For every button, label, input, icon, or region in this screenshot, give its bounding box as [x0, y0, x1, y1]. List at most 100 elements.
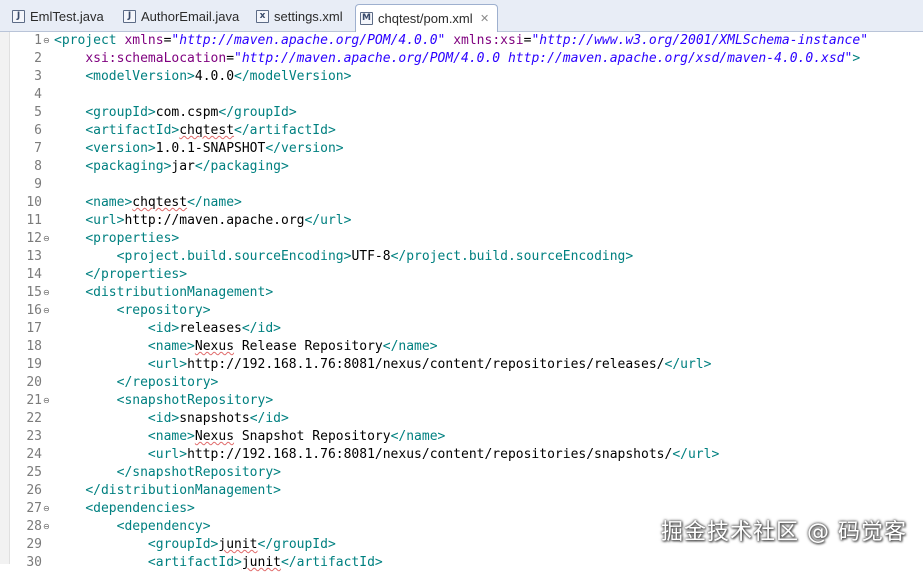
- xml-attribute-value: "http://maven.apache.org/POM/4.0.0": [171, 33, 446, 48]
- spelling-flagged-text: Nexus: [194, 429, 235, 444]
- line-number: 2: [34, 51, 42, 66]
- xml-attribute: xmlns: [124, 33, 164, 48]
- code-line[interactable]: 2 xsi:schemaLocation="http://maven.apach…: [0, 50, 923, 68]
- code-line[interactable]: 19 <url>http://192.168.1.76:8081/nexus/c…: [0, 356, 923, 374]
- java-file-icon: J: [123, 9, 136, 23]
- maven-pom-icon: M: [360, 12, 373, 25]
- code-line[interactable]: 1 ⊖ <project xmlns="http://maven.apache.or…: [0, 32, 923, 50]
- code-line[interactable]: 15 ⊖ <distributionManagement>: [0, 284, 923, 302]
- xml-tag: </id>: [241, 321, 281, 336]
- xml-tag: <url>: [85, 213, 125, 228]
- line-number: 30: [26, 555, 42, 570]
- code-text: <project.build.sourceEncoding>UTF-8</pro…: [54, 248, 634, 266]
- text-content: com.cspm: [155, 105, 219, 120]
- code-text: <id>releases</id>: [54, 320, 281, 338]
- xml-tag: <id>: [147, 411, 180, 426]
- spelling-flagged-text: chqtest: [132, 195, 188, 210]
- line-number: 1: [34, 33, 42, 48]
- code-text: <packaging>jar</packaging>: [54, 158, 289, 176]
- text-content: 1.0.1-SNAPSHOT: [155, 141, 266, 156]
- xml-tag: </groupId>: [257, 537, 336, 552]
- code-line[interactable]: 17 <id>releases</id>: [0, 320, 923, 338]
- code-line[interactable]: 18 <name>Nexus Release Repository</name>: [0, 338, 923, 356]
- code-line[interactable]: 24 <url>http://192.168.1.76:8081/nexus/c…: [0, 446, 923, 464]
- line-number: 25: [26, 465, 42, 480]
- code-text: <name>Nexus Snapshot Repository</name>: [54, 428, 445, 446]
- text-content: jar: [171, 159, 195, 174]
- code-line[interactable]: 23 <name>Nexus Snapshot Repository</name…: [0, 428, 923, 446]
- line-number: 29: [26, 537, 42, 552]
- tab-emltest-java[interactable]: J EmlTest.java: [8, 4, 110, 28]
- text-content: http://192.168.1.76:8081/nexus/content/r…: [187, 357, 665, 372]
- fold-toggle-icon[interactable]: ⊖: [43, 500, 52, 518]
- code-line[interactable]: 6 <artifactId>chqtest</artifactId>: [0, 122, 923, 140]
- fold-toggle-icon[interactable]: ⊖: [43, 230, 52, 248]
- fold-toggle-icon[interactable]: ⊖: [43, 392, 52, 410]
- code-line[interactable]: 16 ⊖ <repository>: [0, 302, 923, 320]
- xml-tag: <project: [54, 33, 125, 48]
- fold-toggle-icon[interactable]: ⊖: [43, 284, 52, 302]
- code-line[interactable]: 21 ⊖ <snapshotRepository>: [0, 392, 923, 410]
- line-number: 14: [26, 267, 42, 282]
- code-line[interactable]: 7 <version>1.0.1-SNAPSHOT</version>: [0, 140, 923, 158]
- line-number: 19: [26, 357, 42, 372]
- xml-tag: <packaging>: [85, 159, 172, 174]
- code-line[interactable]: 8 <packaging>jar</packaging>: [0, 158, 923, 176]
- code-text: <groupId>com.cspm</groupId>: [54, 104, 297, 122]
- code-line[interactable]: 3 <modelVersion>4.0.0</modelVersion>: [0, 68, 923, 86]
- editor-tab-bar: J EmlTest.java J AuthorEmail.java x settings.…: [0, 0, 923, 32]
- tab-label: AuthorEmail.java: [141, 8, 240, 24]
- code-line[interactable]: 26 </distributionManagement>: [0, 482, 923, 500]
- fold-toggle-icon[interactable]: ⊖: [43, 32, 52, 50]
- text-content: Release Repository: [234, 339, 383, 354]
- code-line[interactable]: 12 ⊖ <properties>: [0, 230, 923, 248]
- code-text: </snapshotRepository>: [54, 464, 281, 482]
- xml-tag: <url>: [147, 357, 188, 372]
- tab-chqtest-pom-xml[interactable]: Mchqtest/pom.xml ✕: [355, 4, 498, 32]
- code-line[interactable]: 22 <id>snapshots</id>: [0, 410, 923, 428]
- line-number: 13: [26, 249, 42, 264]
- xml-tag: </groupId>: [218, 105, 297, 120]
- line-number: 27: [26, 501, 42, 516]
- code-text: <url>http://maven.apache.org</url>: [54, 212, 351, 230]
- spelling-flagged-text: Nexus: [194, 339, 235, 354]
- tab-label: settings.xml: [274, 8, 343, 24]
- watermark: 掘金技术社区 @ 码觉客: [661, 520, 907, 545]
- code-text: <name>Nexus Release Repository</name>: [54, 338, 438, 356]
- code-line[interactable]: 4: [0, 86, 923, 104]
- code-line[interactable]: 13 <project.build.sourceEncoding>UTF-8</…: [0, 248, 923, 266]
- code-line[interactable]: 10 <name>chqtest</name>: [0, 194, 923, 212]
- xml-attribute: xmlns:xsi: [453, 33, 524, 48]
- code-editor[interactable]: 1 ⊖ <project xmlns="http://maven.apache.or…: [0, 32, 923, 570]
- tab-settings-xml[interactable]: x settings.xml: [252, 4, 349, 28]
- line-number: 21: [26, 393, 42, 408]
- spelling-flagged-text: chqtest: [179, 123, 235, 138]
- fold-toggle-icon[interactable]: ⊖: [43, 518, 52, 536]
- tab-authoremail-java[interactable]: J AuthorEmail.java: [119, 4, 245, 28]
- code-line[interactable]: 20 </repository>: [0, 374, 923, 392]
- code-text: <dependencies>: [54, 500, 195, 518]
- xml-tag: </version>: [265, 141, 344, 156]
- code-line[interactable]: 14 </properties>: [0, 266, 923, 284]
- code-line[interactable]: 9: [0, 176, 923, 194]
- xml-attribute: xsi:schemaLocation: [85, 51, 227, 66]
- line-number: 23: [26, 429, 42, 444]
- code-line[interactable]: 25 </snapshotRepository>: [0, 464, 923, 482]
- code-text: <url>http://192.168.1.76:8081/nexus/cont…: [54, 446, 719, 464]
- code-line[interactable]: 11 <url>http://maven.apache.org</url>: [0, 212, 923, 230]
- line-number: 3: [34, 69, 42, 84]
- fold-toggle-icon[interactable]: ⊖: [43, 302, 52, 320]
- close-icon[interactable]: ✕: [479, 12, 491, 25]
- code-line[interactable]: 5 <groupId>com.cspm</groupId>: [0, 104, 923, 122]
- xml-tag: </modelVersion>: [234, 69, 352, 84]
- code-line[interactable]: 30 <artifactId>junit</artifactId>: [0, 554, 923, 572]
